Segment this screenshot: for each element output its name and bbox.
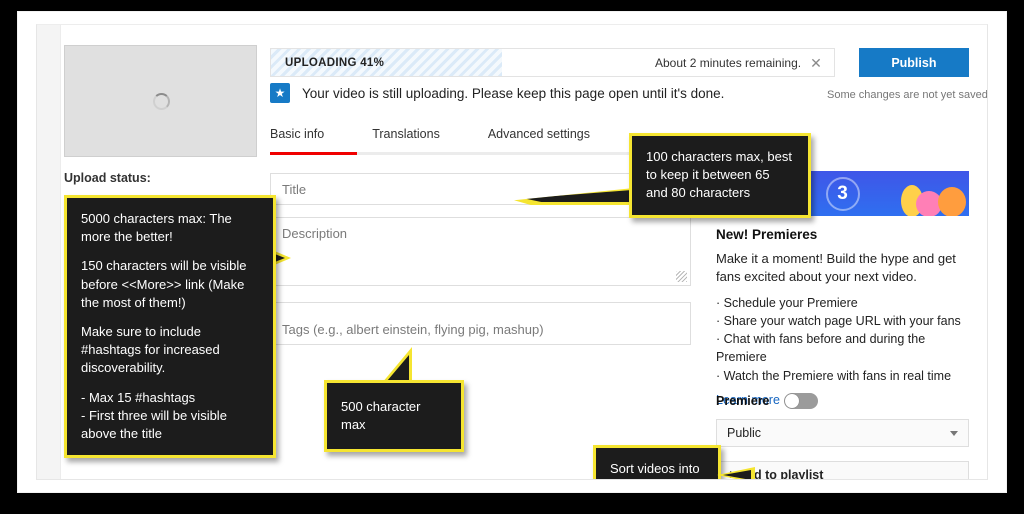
annotation-description: 5000 characters max: The more the better… [64, 195, 276, 458]
annotation-arrow-tags [382, 347, 412, 383]
privacy-selected-value: Public [727, 426, 761, 440]
browser-frame: Upload status: UPLOADING 41% About 2 min… [18, 12, 1006, 492]
star-icon: ★ [270, 83, 290, 103]
annotation-tags: 500 character max [324, 380, 464, 452]
video-thumbnail-area: Upload status: [64, 45, 257, 185]
chevron-down-icon [950, 431, 958, 436]
privacy-select[interactable]: Public [716, 419, 969, 447]
upload-notice: ★ Your video is still uploading. Please … [270, 83, 724, 103]
tags-input[interactable]: Tags (e.g., albert einstein, flying pig,… [270, 302, 691, 345]
premiere-toggle-row: Premiere [716, 393, 818, 409]
upload-time-remaining: About 2 minutes remaining. [655, 56, 801, 70]
upload-progress-bar: UPLOADING 41% About 2 minutes remaining.… [270, 48, 835, 77]
loading-spinner-icon [153, 93, 170, 110]
close-icon[interactable]: ✕ [810, 56, 822, 70]
tab-basic-info[interactable]: Basic info [270, 121, 324, 155]
premiere-toggle-switch[interactable] [784, 393, 818, 409]
upload-progress-row: UPLOADING 41% About 2 minutes remaining.… [270, 48, 969, 77]
tab-translations[interactable]: Translations [372, 121, 440, 155]
tab-advanced-settings[interactable]: Advanced settings [488, 121, 590, 155]
resize-handle-icon[interactable] [676, 271, 687, 282]
list-item: Share your watch page URL with your fans [716, 312, 969, 330]
premieres-bullet-list: Schedule your Premiere Share your watch … [716, 294, 969, 385]
list-item: Schedule your Premiere [716, 294, 969, 312]
annotation-line: 100 characters max, best to keep it betw… [646, 149, 792, 200]
publish-button[interactable]: Publish [859, 48, 969, 77]
tags-placeholder: Tags (e.g., albert einstein, flying pig,… [282, 322, 544, 337]
annotation-line: Sort videos into playlists [610, 461, 700, 480]
video-thumbnail-placeholder[interactable] [64, 45, 257, 157]
premieres-description: Make it a moment! Build the hype and get… [716, 250, 969, 285]
upload-progress-label: UPLOADING 41% [285, 57, 384, 69]
list-item: Chat with fans before and during the Pre… [716, 330, 969, 366]
left-rail [37, 25, 61, 480]
description-input[interactable]: Description [270, 217, 691, 286]
upload-status-label: Upload status: [64, 171, 257, 185]
upload-notice-text: Your video is still uploading. Please ke… [302, 86, 724, 101]
annotation-playlist: Sort videos into playlists [593, 445, 721, 480]
upload-page: Upload status: UPLOADING 41% About 2 min… [36, 24, 988, 480]
countdown-icon: 3 [826, 177, 860, 211]
annotation-line: 150 characters will be visible before <<… [81, 257, 259, 312]
toggle-knob [785, 394, 799, 408]
premieres-heading: New! Premieres [716, 227, 969, 242]
annotation-line: - Max 15 #hashtags - First three will be… [81, 389, 259, 444]
tab-active-underline [270, 152, 357, 155]
annotation-line: 500 character max [341, 398, 447, 434]
premiere-toggle-label: Premiere [716, 394, 770, 408]
annotation-title: 100 characters max, best to keep it betw… [629, 133, 811, 218]
description-placeholder: Description [282, 226, 347, 241]
unsaved-changes-note: Some changes are not yet saved. [827, 89, 988, 101]
annotation-line: 5000 characters max: The more the better… [81, 210, 259, 246]
annotation-line: Make sure to include #hashtags for incre… [81, 323, 259, 378]
list-item: Watch the Premiere with fans in real tim… [716, 367, 969, 385]
